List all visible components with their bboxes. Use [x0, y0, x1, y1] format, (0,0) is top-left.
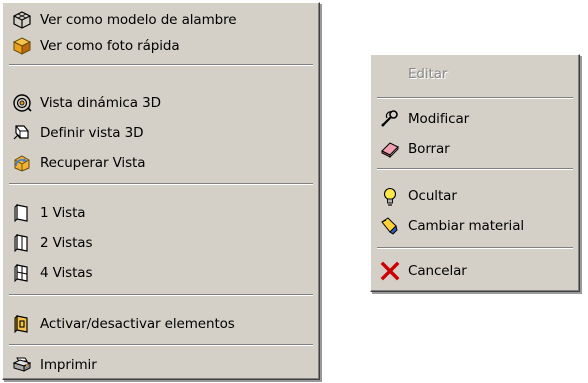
menu-item-label: Recuperar Vista — [40, 155, 146, 171]
menu-item-label: Definir vista 3D — [40, 125, 144, 141]
menu-item-one-view[interactable]: 1 Vista — [6, 200, 316, 226]
menu-item-label: Vista dinámica 3D — [40, 95, 161, 111]
menu-item-label: Editar — [408, 66, 448, 82]
menu-item-print[interactable]: Imprimir — [6, 352, 316, 378]
lightbulb-icon — [380, 186, 400, 206]
view-context-menu: Ver como modelo de alambre Ver como foto… — [2, 2, 320, 380]
paint-bucket-icon — [380, 216, 400, 236]
menu-item-delete[interactable]: Borrar — [374, 136, 576, 162]
menu-item-wireframe-view[interactable]: Ver como modelo de alambre — [6, 7, 316, 33]
menu-item-label: 4 Vistas — [40, 265, 93, 281]
menu-item-four-views[interactable]: 4 Vistas — [6, 260, 316, 286]
menu-item-label: Ver como modelo de alambre — [40, 12, 237, 28]
menu-separator — [9, 64, 313, 66]
menu-item-label: Imprimir — [40, 357, 97, 373]
menu-item-label: Ocultar — [408, 188, 457, 204]
menu-item-recover-view[interactable]: Recuperar Vista — [6, 150, 316, 176]
recover-view-icon — [12, 153, 32, 173]
menu-item-modify[interactable]: Modificar — [374, 106, 576, 132]
menu-separator — [377, 247, 573, 249]
menu-item-label: Ver como foto rápida — [40, 38, 180, 54]
shaded-cube-icon — [12, 36, 32, 56]
menu-separator — [377, 168, 573, 170]
red-x-icon — [380, 261, 400, 281]
orbit-3d-icon — [12, 93, 32, 113]
menu-item-label: 2 Vistas — [40, 235, 93, 251]
menu-item-label: Borrar — [408, 141, 450, 157]
camera-define-icon — [12, 123, 32, 143]
menu-separator — [9, 294, 313, 296]
menu-item-hide[interactable]: Ocultar — [374, 183, 576, 209]
four-views-icon — [12, 263, 32, 283]
single-view-icon — [12, 203, 32, 223]
menu-item-quick-render[interactable]: Ver como foto rápida — [6, 33, 316, 59]
menu-item-orbit-3d[interactable]: Vista dinámica 3D — [6, 90, 316, 116]
toggle-elements-icon — [12, 314, 32, 334]
two-views-icon — [12, 233, 32, 253]
menu-item-label: Cambiar material — [408, 218, 525, 234]
menu-item-label: Cancelar — [408, 263, 467, 279]
wireframe-cube-icon — [12, 10, 32, 30]
printer-icon — [12, 355, 32, 375]
menu-separator — [9, 344, 313, 346]
eraser-icon — [380, 139, 400, 159]
empty-icon-slot — [380, 64, 400, 84]
menu-separator — [9, 183, 313, 185]
menu-item-two-views[interactable]: 2 Vistas — [6, 230, 316, 256]
menu-item-edit: Editar — [374, 61, 576, 87]
menu-item-define-view-3d[interactable]: Definir vista 3D — [6, 120, 316, 146]
menu-item-cancel[interactable]: Cancelar — [374, 258, 576, 284]
modify-tool-icon — [380, 109, 400, 129]
menu-separator — [377, 97, 573, 99]
menu-item-change-material[interactable]: Cambiar material — [374, 213, 576, 239]
menu-item-label: Activar/desactivar elementos — [40, 316, 235, 332]
object-context-menu: Editar Modificar Borrar Ocultar Cambiar … — [370, 54, 580, 292]
menu-item-label: Modificar — [408, 111, 470, 127]
menu-item-toggle-elements[interactable]: Activar/desactivar elementos — [6, 311, 316, 337]
menu-item-label: 1 Vista — [40, 205, 86, 221]
